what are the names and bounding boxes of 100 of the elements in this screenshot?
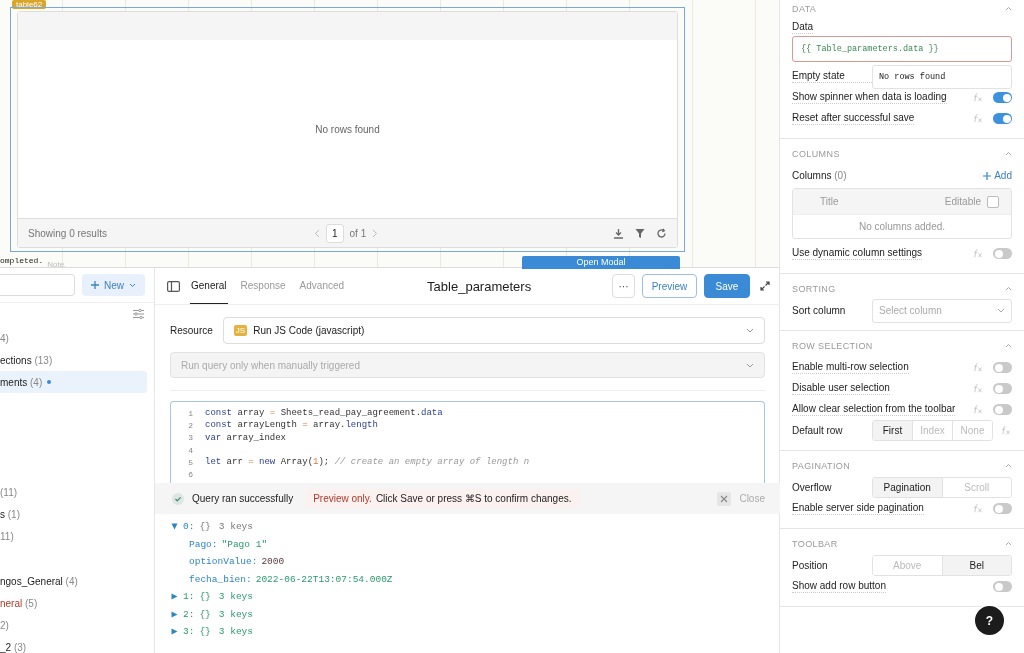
item-type: {} <box>199 608 211 620</box>
fx-icon[interactable] <box>973 93 983 102</box>
disclosure-triangle-icon[interactable] <box>171 593 178 601</box>
results-count: Showing 0 results <box>28 227 108 239</box>
search-field[interactable] <box>0 274 75 296</box>
item-index[interactable]: 2: <box>183 608 195 620</box>
download-icon[interactable] <box>613 227 624 239</box>
columns-label: Columns (0) <box>792 170 847 181</box>
fx-icon[interactable] <box>973 384 983 393</box>
filter-icon[interactable] <box>635 227 645 239</box>
new-button[interactable]: New <box>82 274 145 296</box>
property-value: "Pago 1" <box>221 538 268 550</box>
chevron-down-icon <box>746 362 754 368</box>
item-index[interactable]: 3: <box>183 626 195 638</box>
collapse-caret-icon[interactable] <box>1005 286 1012 291</box>
query-list-item[interactable]: (11) <box>0 481 147 503</box>
field-label: Overflow <box>792 482 833 493</box>
line-number: 1 <box>187 408 193 418</box>
code-line: var array_index <box>205 432 286 443</box>
checkbox[interactable] <box>987 195 999 208</box>
toggle-switch[interactable] <box>993 503 1012 514</box>
disclosure-triangle-icon[interactable] <box>171 628 178 636</box>
toggle-switch[interactable] <box>993 113 1012 124</box>
toggle-switch[interactable] <box>993 581 1012 592</box>
page-total: of 1 <box>349 227 367 239</box>
query-list-item[interactable]: 11) <box>0 525 147 547</box>
code-line: const array = Sheets_read_pay_agreement.data <box>205 408 443 419</box>
setting-label: Show add row button <box>792 580 886 593</box>
help-button[interactable]: ? <box>973 604 1006 637</box>
item-index[interactable]: 1: <box>183 591 195 603</box>
line-number: 4 <box>187 445 193 455</box>
preview-button[interactable]: Preview <box>642 274 697 298</box>
data-field[interactable]: {{ Table_parameters.data }} <box>792 36 1012 62</box>
refresh-icon[interactable] <box>656 227 667 239</box>
editor-tab[interactable]: Response <box>239 268 287 304</box>
collapse-caret-icon[interactable] <box>1005 151 1012 156</box>
item-index[interactable]: 0: <box>183 521 195 533</box>
collapse-caret-icon[interactable] <box>1005 343 1012 348</box>
success-icon <box>172 492 184 505</box>
collapse-caret-icon[interactable] <box>1005 541 1012 546</box>
fx-icon[interactable] <box>973 504 983 513</box>
setting-label: Enable multi-row selection <box>792 361 909 374</box>
fx-icon[interactable] <box>973 405 983 414</box>
query-list-item[interactable]: _2 (3) <box>0 636 147 653</box>
section-title: TOOLBAR <box>792 538 838 549</box>
fx-icon[interactable] <box>1001 426 1011 435</box>
line-number: 5 <box>187 457 193 467</box>
collapse-caret-icon[interactable] <box>1005 463 1012 468</box>
toggle-switch[interactable] <box>993 362 1012 373</box>
toggle-switch[interactable] <box>993 383 1012 394</box>
empty-state-field[interactable]: No rows found <box>872 64 1012 89</box>
toggle-switch[interactable] <box>993 404 1012 415</box>
query-list-item[interactable]: neral (5) <box>0 592 147 614</box>
segment-option[interactable]: First <box>873 421 912 440</box>
selection-frame[interactable]: No rows found Showing 0 results 1 of 1 <box>10 7 685 252</box>
open-modal-button[interactable]: Open Modal <box>522 256 680 269</box>
segment-option[interactable]: Pagination <box>873 478 942 497</box>
line-number: 2 <box>187 420 193 430</box>
more-button[interactable]: ··· <box>612 274 635 298</box>
widget-tag[interactable]: table62 <box>12 0 47 9</box>
status-message: Query ran successfully <box>192 493 294 504</box>
disclosure-triangle-icon[interactable] <box>171 523 178 531</box>
add-link[interactable]: Add <box>983 170 1012 181</box>
disclosure-triangle-icon[interactable] <box>171 610 178 618</box>
query-list-item[interactable]: 4) <box>0 327 147 349</box>
sidebar-toggle-icon[interactable] <box>167 280 180 292</box>
query-list-item[interactable]: ections (13) <box>0 349 147 371</box>
close-icon[interactable] <box>717 491 732 506</box>
query-list-item[interactable]: ngos_General (4) <box>0 570 147 592</box>
editor-tab[interactable]: Advanced <box>298 268 346 304</box>
save-hint: Click Save or press ⌘S to confirm changes. <box>375 493 572 504</box>
save-button[interactable]: Save <box>704 274 750 298</box>
query-list-item[interactable]: 2) <box>0 614 147 636</box>
fx-icon[interactable] <box>973 114 983 123</box>
chevron-left-icon[interactable] <box>314 228 320 238</box>
code-line: let arr = new Array(1); // create an empty array of length n <box>205 457 530 468</box>
chevron-down-icon <box>997 308 1005 313</box>
toggle-switch[interactable] <box>993 248 1012 259</box>
expand-icon[interactable] <box>760 281 770 291</box>
field-label: Empty state <box>792 70 872 83</box>
section-title: PAGINATION <box>792 460 851 471</box>
query-list-item[interactable]: s (1) <box>0 503 147 525</box>
resource-select[interactable]: JS Run JS Code (javascript) <box>222 317 765 344</box>
collapse-caret-icon[interactable] <box>1005 6 1012 11</box>
fx-icon[interactable] <box>973 363 983 372</box>
note-text: Note. <box>47 259 67 269</box>
chevron-right-icon[interactable] <box>372 228 379 238</box>
chevron-down-icon <box>746 328 754 333</box>
filter-settings-icon[interactable] <box>133 309 144 319</box>
segment-option[interactable]: Bel <box>941 556 1011 575</box>
toggle-switch[interactable] <box>993 92 1012 103</box>
page-field[interactable]: 1 <box>326 223 344 243</box>
item-summary: 3 keys <box>218 591 254 603</box>
query-list-item[interactable]: ments (4) <box>0 371 147 393</box>
close-link[interactable]: Close <box>739 493 765 504</box>
section-title: SORTING <box>792 283 836 294</box>
fx-icon[interactable] <box>973 249 983 258</box>
editor-tab[interactable]: General <box>190 268 228 304</box>
sort-column-select[interactable]: Select column <box>872 298 1012 323</box>
section-title: DATA <box>792 3 817 14</box>
